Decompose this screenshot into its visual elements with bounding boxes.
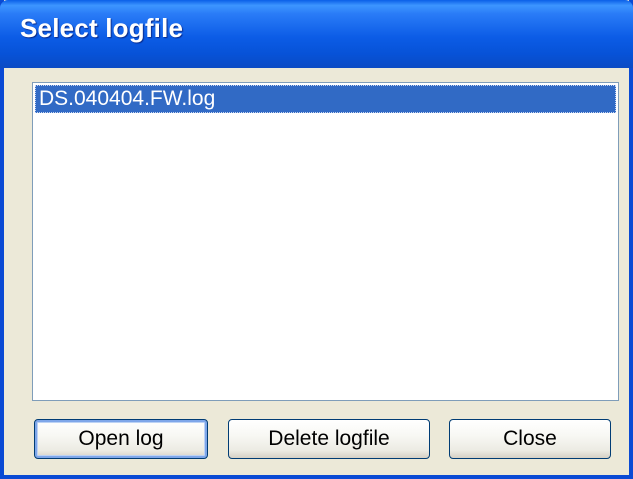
open-log-button[interactable]: Open log	[34, 419, 208, 459]
logfile-listbox[interactable]: DS.040404.FW.log	[32, 82, 619, 401]
logfile-item-label: DS.040404.FW.log	[39, 87, 216, 110]
close-button[interactable]: Close	[449, 419, 611, 459]
title-bar[interactable]: Select logfile	[0, 0, 633, 68]
logfile-list-item[interactable]: DS.040404.FW.log	[35, 85, 616, 113]
select-logfile-dialog: Select logfile DS.040404.FW.log	[0, 0, 633, 479]
delete-logfile-button[interactable]: Delete logfile	[228, 419, 430, 459]
dialog-title: Select logfile	[20, 12, 184, 43]
